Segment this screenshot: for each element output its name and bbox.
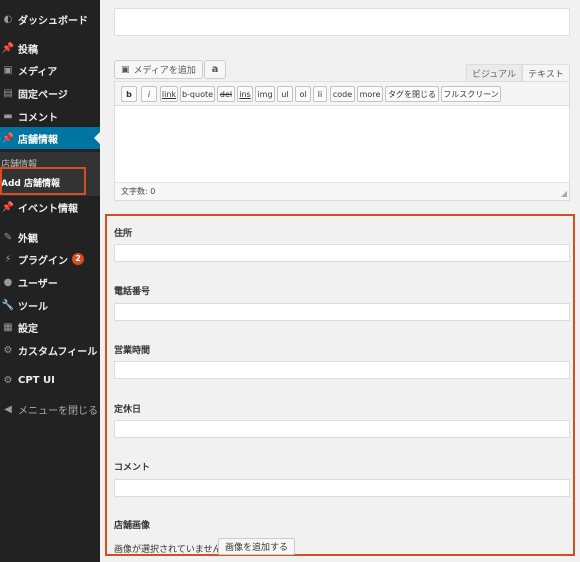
menu-label: 固定ページ: [18, 89, 68, 101]
collapse-menu[interactable]: ◀ メニューを閉じる: [0, 398, 100, 420]
menu-label: 外観: [18, 233, 38, 245]
amazon-button[interactable]: a: [204, 60, 226, 79]
quicktag-fullscreen[interactable]: フルスクリーン: [441, 86, 501, 102]
collapse-icon: ◀: [4, 403, 12, 415]
dashboard-icon: ◐: [3, 13, 13, 25]
menu-label: イベント情報: [18, 203, 78, 215]
menu-plugins[interactable]: ⚡ プラグイン 2: [0, 248, 100, 270]
image-label: 店舗画像: [114, 521, 151, 531]
quicktag-ul[interactable]: ul: [277, 86, 293, 102]
menu-label: メニューを閉じる: [18, 405, 98, 417]
quicktags-toolbar: b i link b-quote del ins img ul ol li co…: [115, 82, 569, 106]
menu-users[interactable]: ● ユーザー: [0, 271, 100, 293]
admin-sidebar: ◐ ダッシュボード 📌 投稿 ▣ メディア ▤ 固定ページ ▬ コメント 📌 店…: [0, 0, 108, 562]
hours-label: 営業時間: [114, 346, 151, 356]
comment-input[interactable]: [114, 479, 570, 497]
menu-label: ツール: [18, 301, 48, 313]
add-image-button[interactable]: 画像を追加する: [218, 538, 296, 555]
brush-icon: ✎: [3, 231, 13, 243]
menu-label: CPT UI: [18, 374, 55, 386]
menu-posts[interactable]: 📌 投稿: [0, 37, 100, 59]
resize-handle-icon[interactable]: ◢: [561, 189, 567, 198]
media-icon: ▣: [3, 64, 13, 76]
menu-settings[interactable]: ▦ 設定: [0, 316, 100, 338]
quicktag-code[interactable]: code: [330, 86, 355, 102]
quicktag-blockquote[interactable]: b-quote: [180, 86, 215, 102]
cpt-icon: ⚙: [3, 374, 13, 386]
quicktag-bold[interactable]: b: [121, 86, 137, 102]
editor-status-bar: 文字数: 0: [115, 182, 569, 200]
menu-appearance[interactable]: ✎ 外観: [0, 226, 100, 248]
menu-comments[interactable]: ▬ コメント: [0, 105, 100, 127]
comment-icon: ▬: [3, 110, 13, 122]
menu-label: カスタムフィールド: [18, 346, 108, 358]
no-image-text: 画像が選択されていません: [114, 545, 222, 555]
quicktag-ins[interactable]: ins: [237, 86, 253, 102]
quicktag-close-tags[interactable]: タグを閉じる: [385, 86, 439, 102]
update-count-badge: 2: [72, 253, 84, 265]
menu-dashboard[interactable]: ◐ ダッシュボード: [0, 8, 100, 30]
user-icon: ●: [3, 276, 13, 288]
address-label: 住所: [114, 229, 133, 239]
quicktag-more[interactable]: more: [357, 86, 383, 102]
quicktag-italic[interactable]: i: [141, 86, 157, 102]
pin-icon: 📌: [1, 42, 15, 54]
page-icon: ▤: [3, 87, 13, 99]
menu-label: 設定: [18, 323, 38, 335]
menu-custom-fields[interactable]: ⚙ カスタムフィールド: [0, 339, 108, 361]
menu-label: 投稿: [18, 44, 38, 56]
menu-label: ダッシュボード: [18, 15, 88, 27]
hours-input[interactable]: [114, 361, 570, 379]
menu-tools[interactable]: 🔧 ツール: [0, 294, 100, 316]
menu-label: 店舗情報: [18, 134, 58, 146]
menu-label: ユーザー: [18, 278, 58, 290]
gear-icon: ⚙: [3, 344, 13, 356]
quicktag-del[interactable]: del: [217, 86, 235, 102]
edit-post-main: ▣ メディアを追加 a ビジュアル テキスト b i link b-quote …: [100, 0, 580, 562]
submenu-add-store-info[interactable]: Add 店舗情報: [1, 176, 60, 189]
tab-visual[interactable]: ビジュアル: [466, 64, 522, 81]
menu-cpt-ui[interactable]: ⚙ CPT UI: [0, 369, 100, 391]
phone-label: 電話番号: [114, 287, 151, 297]
menu-store-info[interactable]: 📌 店舗情報: [0, 127, 100, 149]
holiday-label: 定休日: [114, 405, 142, 415]
comment-label: コメント: [114, 463, 151, 473]
media-icon: ▣: [121, 64, 130, 75]
plugin-icon: ⚡: [4, 253, 12, 265]
menu-pages[interactable]: ▤ 固定ページ: [0, 82, 100, 104]
content-editor[interactable]: b i link b-quote del ins img ul ol li co…: [114, 81, 570, 201]
menu-label: プラグイン: [18, 255, 68, 267]
add-media-label: メディアを追加: [133, 66, 196, 76]
menu-media[interactable]: ▣ メディア: [0, 59, 100, 81]
pin-icon: 📌: [1, 132, 15, 144]
wrench-icon: 🔧: [1, 299, 15, 311]
custom-fields-highlight-box: [105, 214, 575, 556]
quicktag-link[interactable]: link: [160, 86, 178, 102]
store-info-submenu: 店舗情報 Add 店舗情報: [0, 152, 100, 196]
settings-icon: ▦: [3, 321, 13, 333]
menu-label: コメント: [18, 112, 58, 124]
quicktag-ol[interactable]: ol: [295, 86, 311, 102]
menu-events[interactable]: 📌 イベント情報: [0, 196, 100, 218]
quicktag-li[interactable]: li: [313, 86, 327, 102]
submenu-store-info[interactable]: 店舗情報: [1, 157, 37, 170]
post-title-input[interactable]: [114, 8, 570, 36]
holiday-input[interactable]: [114, 420, 570, 438]
menu-label: メディア: [18, 66, 58, 78]
tab-text[interactable]: テキスト: [522, 64, 570, 81]
pin-icon: 📌: [1, 201, 15, 213]
address-input[interactable]: [114, 244, 570, 262]
add-media-button[interactable]: ▣ メディアを追加: [114, 60, 203, 79]
word-count: 文字数: 0: [121, 187, 156, 196]
phone-input[interactable]: [114, 303, 570, 321]
quicktag-img[interactable]: img: [255, 86, 275, 102]
